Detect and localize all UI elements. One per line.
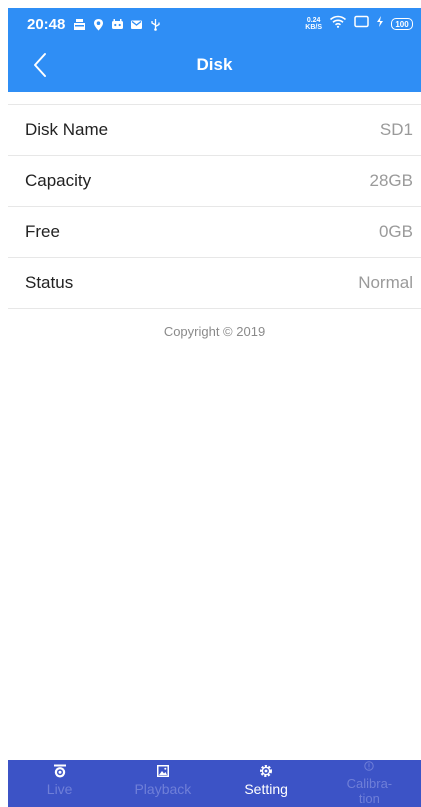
status-row: Status Normal: [8, 258, 421, 309]
camera-icon: [53, 764, 67, 778]
status-left: 20:48: [27, 16, 162, 33]
android-icon: [111, 18, 124, 31]
tab-playback[interactable]: Playback: [111, 760, 214, 807]
screen-icon: [354, 15, 369, 33]
status-right: 0.24 KB/S 100: [305, 15, 413, 33]
status-value: Normal: [358, 273, 413, 292]
capacity-row: Capacity 28GB: [8, 156, 421, 207]
capacity-label: Capacity: [25, 171, 92, 190]
free-row: Free 0GB: [8, 207, 421, 258]
tab-live[interactable]: Live: [8, 760, 111, 807]
tab-live-label: Live: [46, 781, 73, 797]
notification-icon: [73, 18, 86, 31]
mail-icon: [130, 18, 143, 31]
copyright-text: Copyright © 2019: [163, 324, 266, 339]
net-speed-value: 0.24: [306, 17, 321, 24]
image-icon: [156, 764, 170, 778]
location-icon: [92, 18, 105, 31]
usb-icon: [149, 18, 162, 31]
info-icon: [364, 761, 375, 771]
tab-setting[interactable]: Setting: [215, 760, 318, 807]
free-value: 0GB: [378, 222, 413, 241]
tab-setting-label: Setting: [244, 781, 288, 797]
wifi-icon: [329, 15, 347, 33]
app-header: Disk: [8, 40, 421, 92]
disk-name-row: Disk Name SD1: [8, 105, 421, 156]
gear-icon: [259, 764, 273, 778]
disk-name-label: Disk Name: [25, 120, 109, 139]
bottom-tab-bar: Live Playback Setting Calibra-tion: [8, 760, 421, 807]
status-label: Status: [25, 273, 74, 292]
disk-name-value: SD1: [379, 120, 413, 139]
page-title: Disk: [196, 55, 233, 74]
battery-indicator: 100: [391, 18, 413, 30]
tab-playback-label: Playback: [134, 781, 192, 797]
net-speed: 0.24 KB/S: [305, 17, 322, 31]
status-bar: 20:48 0.24 KB/S 100: [8, 8, 421, 40]
tab-calibration[interactable]: Calibra-tion: [318, 760, 421, 807]
disk-screen: 20:48 0.24 KB/S 100 Disk Disk Name SD1 C…: [0, 0, 421, 807]
net-speed-unit: KB/S: [305, 24, 322, 31]
tab-calibration-label: Calibra-tion: [346, 776, 393, 806]
free-label: Free: [25, 222, 60, 241]
charging-icon: [376, 15, 384, 33]
capacity-value: 28GB: [369, 171, 413, 190]
disk-info-list: Disk Name SD1 Capacity 28GB Free 0GB Sta…: [8, 105, 421, 309]
status-time: 20:48: [27, 15, 66, 33]
